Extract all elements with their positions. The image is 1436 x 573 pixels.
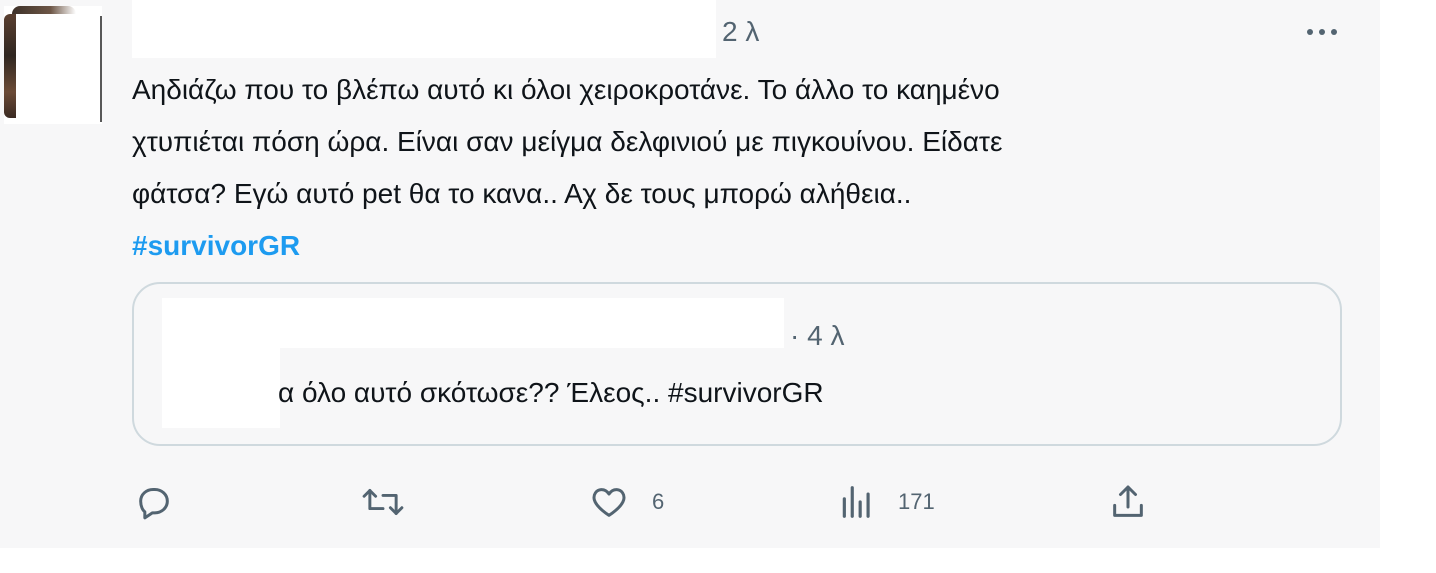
like-button[interactable]: 6 — [588, 476, 664, 528]
tweet-actions: 6 171 — [0, 476, 1380, 528]
tweet-text: Αηδιάζω που το βλέπω αυτό κι όλοι χειροκ… — [132, 64, 1332, 272]
reply-icon — [134, 482, 174, 522]
tweet-card[interactable]: 2 λ Αηδιάζω που το βλέπω αυτό κι όλοι χε… — [0, 0, 1380, 548]
avatar[interactable] — [4, 6, 102, 124]
heart-icon — [588, 482, 630, 522]
tweet-text-line: Αηδιάζω που το βλέπω αυτό κι όλοι χειροκ… — [132, 74, 1000, 105]
quoted-avatar-redacted — [162, 348, 280, 428]
tweet-text-line: φάτσα? Εγώ αυτό pet θα το κανα.. Αχ δε τ… — [132, 178, 912, 209]
quoted-text: α όλο αυτό σκότωσε?? Έλεος.. #survivorGR — [278, 377, 824, 408]
more-horizontal-icon[interactable] — [1300, 20, 1344, 44]
tweet-text-line: χτυπιέται πόση ώρα. Είναι σαν μείγμα δελ… — [132, 126, 1003, 157]
quoted-tweet[interactable]: · 4 λ α όλο αυτό σκότωσε?? Έλεος.. #surv… — [132, 282, 1342, 446]
reply-button[interactable] — [134, 476, 174, 528]
views-icon — [838, 482, 876, 522]
author-name-redacted — [132, 0, 716, 58]
retweet-icon — [360, 482, 406, 522]
share-icon — [1108, 482, 1148, 522]
quoted-timestamp[interactable]: · 4 λ — [790, 320, 844, 352]
quoted-author-redacted — [162, 298, 784, 348]
like-count: 6 — [652, 489, 665, 514]
tweet-timestamp[interactable]: 2 λ — [722, 16, 759, 48]
hashtag-link[interactable]: #survivorGR — [132, 220, 1332, 272]
avatar-photo-edge-top — [12, 6, 76, 14]
views-button[interactable]: 171 — [838, 476, 935, 528]
views-count: 171 — [898, 489, 935, 514]
avatar-photo-edge-left — [4, 14, 16, 118]
avatar-photo-edge-right — [100, 16, 102, 122]
retweet-button[interactable] — [360, 476, 406, 528]
share-button[interactable] — [1108, 476, 1148, 528]
